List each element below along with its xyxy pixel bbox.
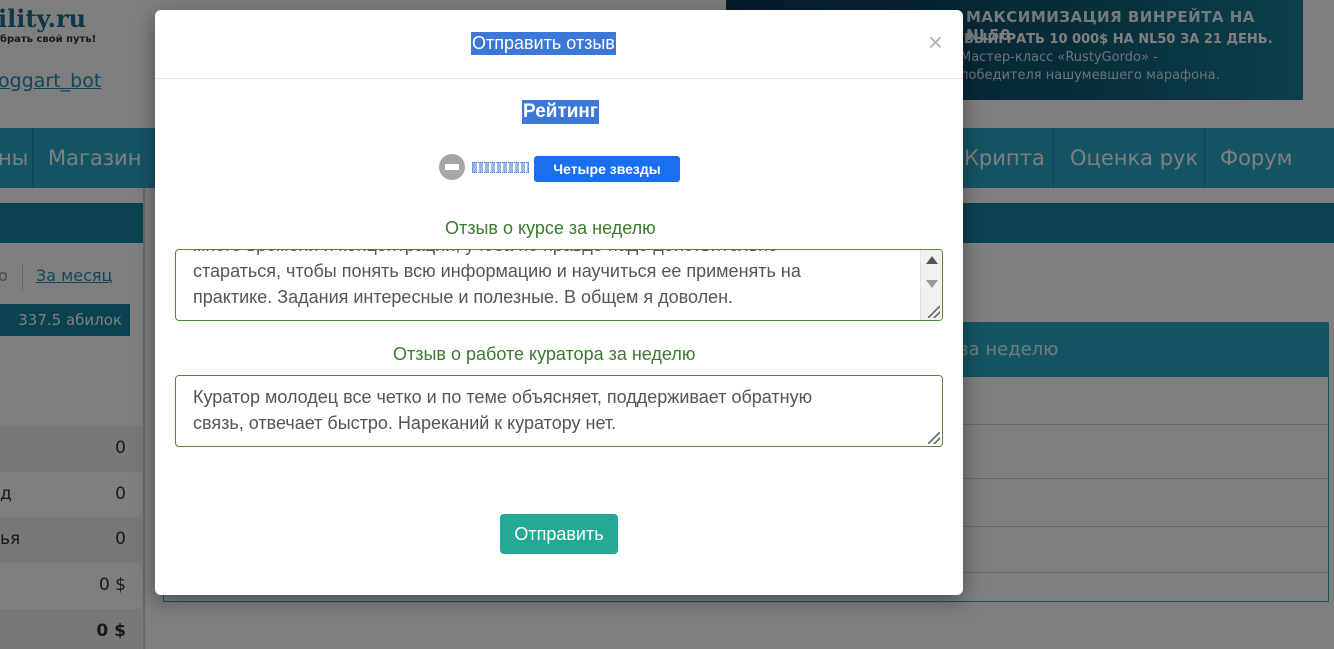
resize-handle-icon[interactable] [928,306,940,318]
submit-button[interactable]: Отправить [500,514,618,554]
close-icon[interactable]: × [928,28,943,56]
course-feedback-textarea[interactable]: много времени и концентрации, учеба по п… [175,249,943,321]
course-text-line: много времени и концентрации, учеба по п… [193,250,778,258]
scroll-down-arrow-icon[interactable] [926,280,938,288]
modal-title: Отправить отзыв [471,32,616,55]
feedback-modal: Отправить отзыв × Рейтинг Четыре звезды … [155,10,963,595]
rating-heading: Рейтинг [522,100,599,124]
modal-header: Отправить отзыв × [155,10,963,79]
curator-text-line: связь, отвечает быстро. Нареканий к кура… [193,413,617,433]
course-feedback-label: Отзыв о курсе за неделю [445,218,656,238]
course-text-line: стараться, чтобы понять всю информацию и… [193,261,801,281]
clear-rating-icon[interactable] [439,154,465,180]
scroll-up-arrow-icon[interactable] [926,256,938,264]
curator-feedback-textarea[interactable]: Куратор молодец все четко и по теме объя… [175,375,943,447]
rating-value-badge: Четыре звезды [534,156,680,182]
course-text-line: практике. Задания интересные и полезные.… [193,287,734,307]
resize-handle-icon[interactable] [928,432,940,444]
curator-feedback-label: Отзыв о работе куратора за неделю [393,344,696,364]
curator-text-line: Куратор молодец все четко и по теме объя… [193,387,813,407]
star-rating-input[interactable] [472,162,529,173]
